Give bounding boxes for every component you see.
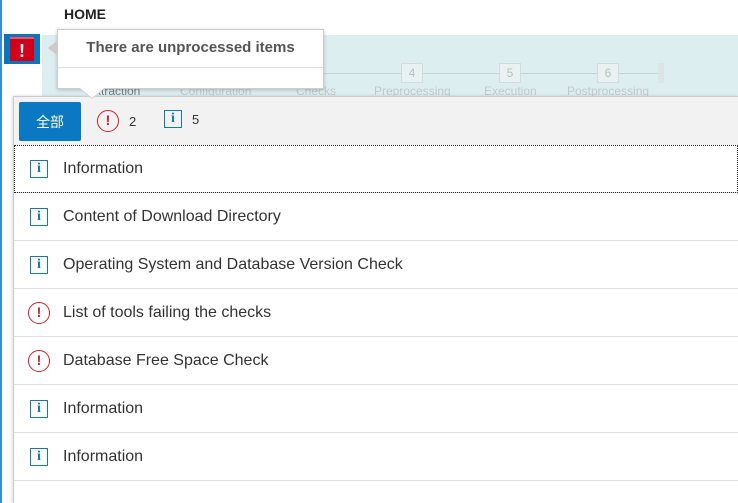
item-label: Information	[63, 447, 144, 465]
item-label: Content of Download Directory	[63, 207, 281, 225]
item-label: Database Free Space Check	[63, 351, 269, 369]
list-item[interactable]: i Information	[14, 385, 738, 433]
error-icon: !	[28, 349, 50, 372]
unprocessed-items-tooltip: There are unprocessed items	[48, 29, 324, 98]
unprocessed-alert-button[interactable]: !	[4, 34, 40, 64]
item-label: Information	[63, 159, 144, 177]
exclamation-icon: !	[10, 37, 34, 61]
step-number-6[interactable]: 6	[597, 63, 619, 83]
list-item[interactable]: ! Database Free Space Check	[14, 337, 738, 385]
info-icon: i	[164, 110, 182, 128]
list-item[interactable]: i Information	[14, 433, 738, 481]
tooltip-title: There are unprocessed items	[58, 30, 323, 68]
item-label: Operating System and Database Version Ch…	[63, 255, 403, 273]
filter-all-button[interactable]: 全部	[19, 102, 81, 141]
filter-errors[interactable]: ! 2	[97, 110, 136, 132]
error-icon: !	[28, 301, 50, 324]
window-left-border	[0, 0, 2, 503]
info-icon: i	[30, 447, 48, 466]
tooltip-pointer	[48, 40, 58, 56]
info-icon: i	[30, 399, 48, 418]
info-icon: i	[30, 207, 48, 226]
error-icon: !	[97, 110, 119, 132]
step-number-4[interactable]: 4	[401, 63, 423, 83]
tooltip-pointer-down	[80, 88, 104, 98]
steps-end-marker	[658, 63, 664, 83]
step-number-5[interactable]: 5	[499, 63, 521, 83]
items-list: i Information i Content of Download Dire…	[14, 145, 738, 481]
error-count: 2	[129, 113, 137, 129]
list-item[interactable]: i Operating System and Database Version …	[14, 241, 738, 289]
info-icon: i	[30, 159, 48, 178]
list-item[interactable]: i Content of Download Directory	[14, 193, 738, 241]
filter-bar: 全部 ! 2 i 5	[14, 97, 738, 145]
unprocessed-items-panel: 全部 ! 2 i 5 i Information i Content of Do…	[13, 96, 738, 503]
item-label: Information	[63, 399, 144, 417]
info-icon: i	[30, 255, 48, 274]
info-count: 5	[192, 111, 200, 127]
list-item[interactable]: ! List of tools failing the checks	[14, 289, 738, 337]
list-item[interactable]: i Information	[14, 145, 738, 193]
item-label: List of tools failing the checks	[63, 303, 272, 321]
home-breadcrumb[interactable]: HOME	[64, 6, 106, 22]
filter-info[interactable]: i 5	[164, 110, 199, 128]
